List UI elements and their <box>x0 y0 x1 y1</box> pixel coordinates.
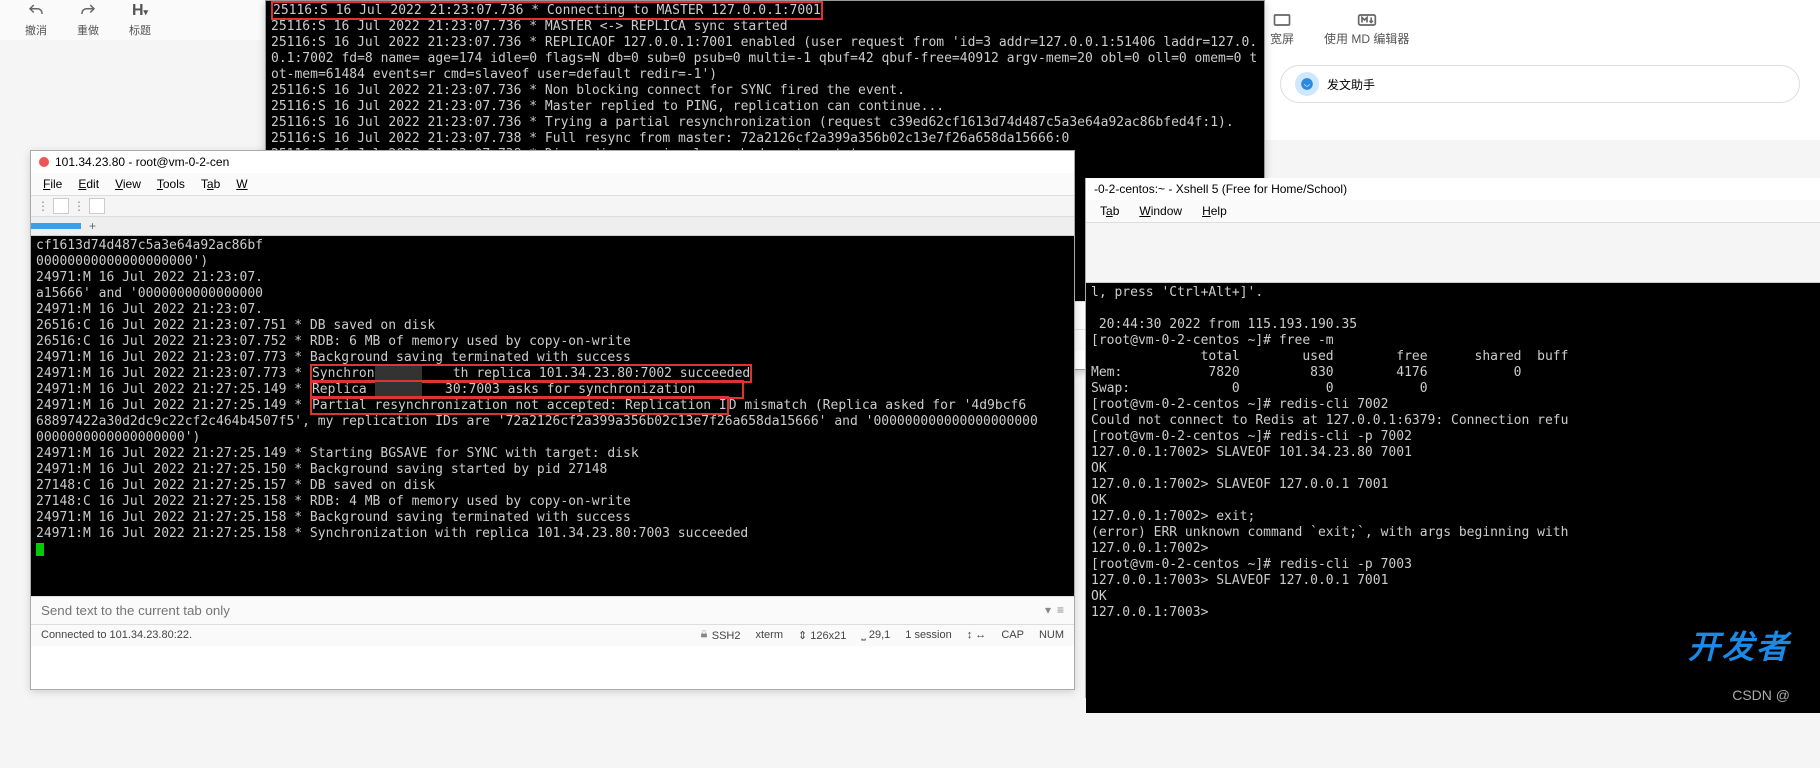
tb-btn-1[interactable] <box>53 198 69 214</box>
redo-icon <box>79 2 97 20</box>
menu-file[interactable]: File <box>37 175 68 193</box>
menu-edit[interactable]: Edit <box>72 175 105 193</box>
menu-window[interactable]: Window <box>1131 202 1190 220</box>
menu-icon[interactable]: ≡ <box>1057 603 1064 618</box>
window-title: -0-2-centos:~ - Xshell 5 (Free for Home/… <box>1094 182 1347 196</box>
menu-view[interactable]: View <box>109 175 147 193</box>
markdown-icon <box>1357 10 1377 30</box>
xshell-tabbar: + <box>31 217 1074 236</box>
menu-tab[interactable]: Tab <box>195 175 226 193</box>
window-title: 101.34.23.80 - root@vm-0-2-cen <box>55 155 229 169</box>
app-icon <box>39 157 49 167</box>
assist-button[interactable]: 发文助手 <box>1280 65 1800 103</box>
menu-tools[interactable]: Tools <box>151 175 191 193</box>
xshell-left-statusbar: Connected to 101.34.23.80:22. SSH2 xterm… <box>31 624 1074 646</box>
xshell2-titlebar: -0-2-centos:~ - Xshell 5 (Free for Home/… <box>1086 178 1820 200</box>
xshell-window-left: 101.34.23.80 - root@vm-0-2-cen File Edit… <box>30 150 1075 690</box>
menu-help[interactable]: Help <box>1194 202 1235 220</box>
xshell-left-output[interactable]: cf1613d74d487c5a3e64a92ac86bf 0000000000… <box>31 236 1074 596</box>
menu-w[interactable]: W <box>230 175 253 193</box>
add-tab-button[interactable]: + <box>81 217 104 235</box>
widescreen-button[interactable]: 宽屏 <box>1270 10 1294 47</box>
menu-tab[interactable]: Tab <box>1092 202 1127 220</box>
xshell2-toolbar <box>1086 223 1820 283</box>
redo-button[interactable]: 重做 <box>77 2 99 38</box>
md-editor-button[interactable]: 使用 MD 编辑器 <box>1324 10 1409 47</box>
assist-icon <box>1295 72 1319 96</box>
xshell-menubar: File Edit View Tools Tab W <box>31 173 1074 196</box>
right-panel: 宽屏 使用 MD 编辑器 发文助手 <box>1260 0 1820 140</box>
status-conn: Connected to 101.34.23.80:22. <box>41 629 192 642</box>
xshell-titlebar: 101.34.23.80 - root@vm-0-2-cen <box>31 151 1074 173</box>
xshell-left-input-row: ▾ ≡ <box>31 596 1074 624</box>
tb-btn-2[interactable] <box>89 198 105 214</box>
heading-button[interactable]: H▾ 标题 <box>129 2 151 38</box>
heading-icon: H▾ <box>132 2 148 20</box>
assist-label: 发文助手 <box>1327 76 1375 93</box>
xshell-right-output[interactable]: l, press 'Ctrl+Alt+]'. 20:44:30 2022 fro… <box>1086 283 1820 713</box>
dropdown-icon[interactable]: ▾ <box>1045 603 1051 618</box>
xshell-left-input[interactable] <box>41 603 1039 618</box>
widescreen-icon <box>1272 10 1292 30</box>
session-tab[interactable] <box>31 223 81 229</box>
xshell-window-right: -0-2-centos:~ - Xshell 5 (Free for Home/… <box>1085 178 1820 698</box>
csdn-credit: CSDN @ <box>1732 687 1790 703</box>
xshell-toolbar: ⋮ ⋮ <box>31 196 1074 217</box>
xshell2-menubar: Tab Window Help <box>1086 200 1820 223</box>
lock-icon <box>699 629 709 639</box>
undo-icon <box>27 2 45 20</box>
undo-button[interactable]: 撤消 <box>25 2 47 38</box>
